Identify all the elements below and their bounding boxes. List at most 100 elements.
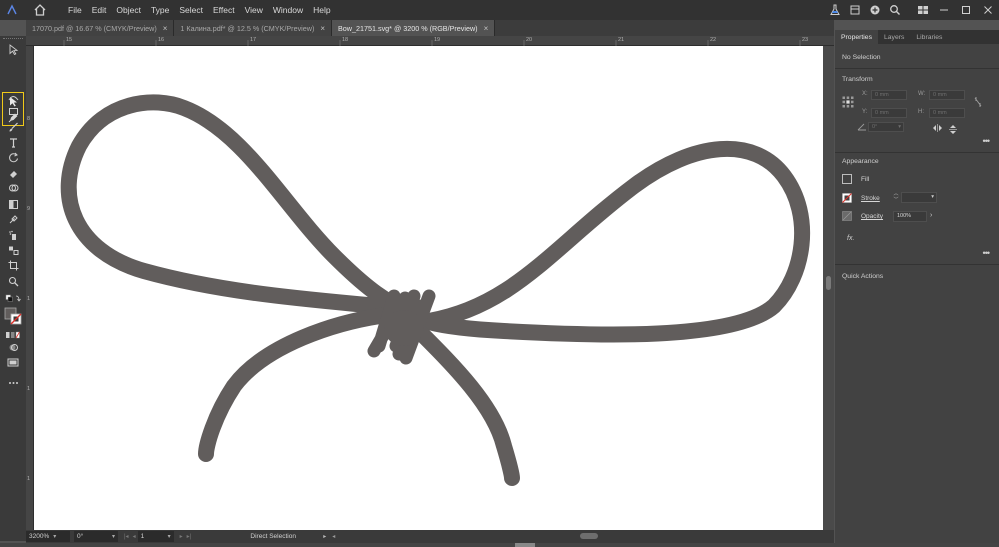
menu-file[interactable]: File [63,5,87,15]
ruler-label: 21 [618,37,625,43]
cloud-icon[interactable] [865,2,885,18]
drawing-mode-icon[interactable] [3,340,23,354]
status-menu-arrow-icon[interactable]: ▸ [323,533,326,540]
reference-point-icon[interactable] [842,96,854,108]
rotate-angle-input[interactable]: 0° ▾ [868,122,904,132]
bottom-strip [0,543,999,547]
zoom-level-select[interactable]: 3200% ▾ [26,531,70,542]
flask-icon[interactable] [825,2,845,18]
y-input[interactable]: 0 mm [871,108,907,118]
tab-libraries[interactable]: Libraries [910,30,948,44]
rotation-select[interactable]: 0° ▾ [74,531,118,542]
appearance-more-options-icon[interactable]: ••• [983,248,991,258]
eyedropper-tool-icon[interactable] [3,212,23,226]
fill-label: Fill [861,176,870,183]
menu-object[interactable]: Object [111,5,146,15]
vertical-scrollbar[interactable] [823,46,834,530]
blend-tool-icon[interactable] [3,243,23,257]
ruler-label: 8 [27,116,31,122]
bow-right-loop [421,140,811,343]
rectangle-tool-icon[interactable] [3,104,23,118]
fx-effects-button[interactable]: fx. [847,235,854,242]
close-tab-icon[interactable]: × [484,24,489,33]
stroke-swatch[interactable] [842,193,852,203]
shape-builder-tool-icon[interactable] [3,181,23,195]
window-restore-icon[interactable] [955,2,977,18]
gradient-tool-icon[interactable] [3,197,23,211]
document-tab-active[interactable]: Bow_21751.svg* @ 3200 % (RGB/Preview) × [332,20,496,36]
document-tab[interactable]: 1 Калина.pdf* @ 12.5 % (CMYK/Preview) × [174,20,333,36]
bottom-resize-handle[interactable] [515,543,535,547]
screen-mode-icon[interactable] [3,355,23,369]
menu-help[interactable]: Help [308,5,335,15]
fill-swatch[interactable] [842,174,852,184]
home-icon[interactable] [29,2,51,18]
workspace-switcher-icon[interactable] [913,2,933,18]
selection-tool-icon[interactable] [3,42,23,56]
edit-toolbar-more-icon[interactable] [3,376,23,390]
ruler-label: 15 [66,37,73,43]
vertical-ruler[interactable]: 8 9 1 1 1 [26,46,34,530]
stroke-weight-input[interactable]: ▾ [901,192,937,203]
paintbrush-tool-icon[interactable] [3,120,23,134]
close-tab-icon[interactable]: × [163,24,168,33]
curvature-tool-icon[interactable] [3,90,23,104]
close-tab-icon[interactable]: × [320,24,325,33]
chevron-down-icon: ▾ [931,194,934,200]
horizontal-scroll-thumb[interactable] [580,533,598,539]
flip-vertical-icon[interactable] [949,124,957,137]
selection-status: No Selection [842,54,881,61]
current-tool-label: Direct Selection [250,533,296,540]
chevron-down-icon: ▾ [53,534,57,540]
menu-edit[interactable]: Edit [87,5,112,15]
flip-horizontal-icon[interactable] [932,124,943,134]
menu-type[interactable]: Type [146,5,174,15]
transform-more-options-icon[interactable]: ••• [983,136,991,146]
artboard-tool-icon[interactable] [3,258,23,272]
scroll-left-icon[interactable]: ◂ [332,533,335,540]
stroke-label[interactable]: Stroke [861,195,880,202]
window-minimize-icon[interactable] [933,2,955,18]
last-artboard-icon[interactable]: ▸| [187,533,192,540]
window-close-icon[interactable] [977,2,999,18]
search-icon[interactable] [885,2,905,18]
first-artboard-icon[interactable]: |◂ [124,533,129,540]
toolbar-grip[interactable] [3,38,23,41]
horizontal-ruler[interactable]: 15 16 17 18 19 20 21 22 23 [26,36,834,46]
default-fill-stroke-icon[interactable] [3,292,23,306]
opacity-input[interactable]: 100% [893,211,927,222]
opacity-label[interactable]: Opacity [861,213,883,220]
menu-effect[interactable]: Effect [208,5,240,15]
symbol-sprayer-tool-icon[interactable] [3,228,23,242]
bow-knot-center [384,310,424,346]
zoom-tool-icon[interactable] [3,274,23,288]
arrange-documents-icon[interactable] [845,2,865,18]
vertical-scroll-thumb[interactable] [826,276,831,290]
type-tool-icon[interactable] [3,135,23,149]
app-logo-icon[interactable] [5,3,19,17]
bow-artwork[interactable] [34,46,823,530]
panel-tab-bar: Properties Layers Libraries [835,30,999,44]
tab-layers[interactable]: Layers [878,30,910,44]
ruler-label: 9 [27,206,31,212]
constrain-proportions-icon[interactable] [973,96,983,110]
height-input[interactable]: 0 mm [929,108,965,118]
tab-properties[interactable]: Properties [835,30,878,44]
x-input[interactable]: 0 mm [871,90,907,100]
menu-window[interactable]: Window [268,5,308,15]
artboard-canvas[interactable] [34,46,823,530]
document-tab[interactable]: 17070.pdf @ 16.67 % (CMYK/Preview) × [26,20,175,36]
ruler-label: 18 [342,37,349,43]
eraser-tool-icon[interactable] [3,166,23,180]
next-artboard-icon[interactable]: ▸ [180,533,183,540]
rotate-tool-icon[interactable] [3,150,23,164]
fill-stroke-swatch-icon[interactable] [3,306,23,326]
menu-select[interactable]: Select [174,5,208,15]
previous-artboard-icon[interactable]: ◂ [133,533,136,540]
zoom-level-value: 3200% [29,533,50,540]
menu-view[interactable]: View [240,5,268,15]
width-input[interactable]: 0 mm [929,90,965,100]
opacity-arrow-icon[interactable]: › [930,212,932,219]
artboard-number-select[interactable]: 1 ▾ [137,531,174,542]
stroke-weight-stepper-icon[interactable]: ︿ ﹀ [892,191,900,204]
